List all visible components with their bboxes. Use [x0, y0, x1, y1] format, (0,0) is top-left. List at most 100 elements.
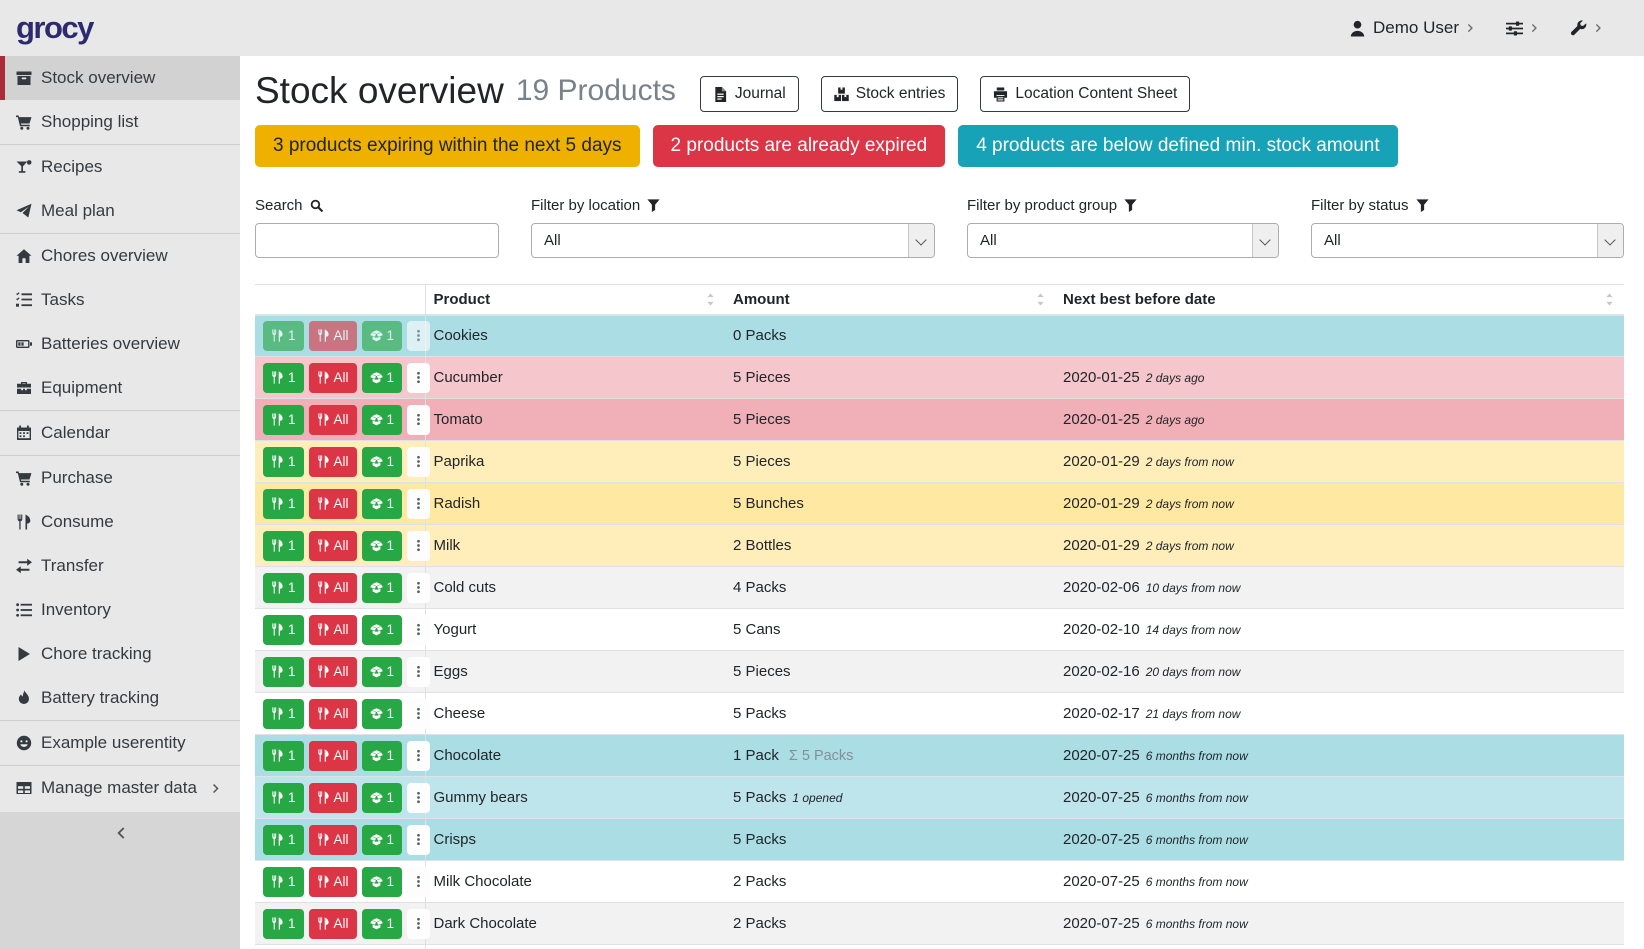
row-more-button[interactable]	[407, 783, 430, 813]
sidebar-item-manage-master-data[interactable]: Manage master data	[0, 766, 240, 810]
row-more-button[interactable]	[407, 615, 430, 645]
open-one-button[interactable]: 1	[362, 867, 403, 897]
consume-all-button[interactable]: All	[309, 699, 357, 729]
open-one-button[interactable]: 1	[362, 405, 403, 435]
consume-all-button[interactable]: All	[309, 741, 357, 771]
grocy-logo[interactable]: grocy	[16, 10, 93, 46]
sidebar-item-inventory[interactable]: Inventory	[0, 588, 240, 632]
open-one-button[interactable]: 1	[362, 573, 403, 603]
open-one-button[interactable]: 1	[362, 825, 403, 855]
consume-all-button[interactable]: All	[309, 867, 357, 897]
open-one-button[interactable]: 1	[362, 783, 403, 813]
row-more-button[interactable]	[407, 321, 430, 351]
consume-one-button[interactable]: 1	[263, 363, 304, 393]
row-more-button[interactable]	[407, 405, 430, 435]
settings-menu[interactable]	[1506, 20, 1540, 37]
sidebar-item-equipment[interactable]: Equipment	[0, 366, 240, 410]
sidebar-item-calendar[interactable]: Calendar	[0, 411, 240, 455]
row-more-button[interactable]	[407, 909, 430, 939]
row-more-button[interactable]	[407, 363, 430, 393]
sidebar-item-stock-overview[interactable]: Stock overview	[0, 56, 240, 100]
consume-all-button[interactable]: All	[309, 363, 357, 393]
sidebar-item-consume[interactable]: Consume	[0, 500, 240, 544]
open-one-button[interactable]: 1	[362, 657, 403, 687]
consume-one-button[interactable]: 1	[263, 741, 304, 771]
sidebar-item-example-userentity[interactable]: Example userentity	[0, 721, 240, 765]
consume-all-button[interactable]: All	[309, 489, 357, 519]
consume-all-button[interactable]: All	[309, 909, 357, 939]
row-more-button[interactable]	[407, 573, 430, 603]
consume-one-button[interactable]: 1	[263, 321, 304, 351]
sidebar-item-battery-tracking[interactable]: Battery tracking	[0, 676, 240, 720]
open-one-button[interactable]: 1	[362, 363, 403, 393]
consume-one-button[interactable]: 1	[263, 783, 304, 813]
location-content-sheet-button[interactable]: Location Content Sheet	[980, 76, 1190, 112]
consume-one-button[interactable]: 1	[263, 447, 304, 477]
row-more-button[interactable]	[407, 741, 430, 771]
consume-one-button[interactable]: 1	[263, 867, 304, 897]
sidebar-item-chore-tracking[interactable]: Chore tracking	[0, 632, 240, 676]
stock-entries-button[interactable]: Stock entries	[821, 76, 959, 112]
consume-all-button[interactable]: All	[309, 447, 357, 477]
consume-one-button[interactable]: 1	[263, 657, 304, 687]
consume-all-button[interactable]: All	[309, 615, 357, 645]
consume-one-button[interactable]: 1	[263, 825, 304, 855]
row-more-button[interactable]	[407, 447, 430, 477]
sidebar-item-tasks[interactable]: Tasks	[0, 278, 240, 322]
expired-products-alert[interactable]: 2 products are already expired	[653, 125, 946, 167]
sidebar-item-chores-overview[interactable]: Chores overview	[0, 234, 240, 278]
consume-all-button[interactable]: All	[309, 405, 357, 435]
consume-one-button[interactable]: 1	[263, 909, 304, 939]
sidebar-item-purchase[interactable]: Purchase	[0, 456, 240, 500]
sidebar-item-shopping-list[interactable]: Shopping list	[0, 100, 240, 144]
search-input[interactable]	[255, 223, 499, 258]
consume-all-button[interactable]: All	[309, 657, 357, 687]
user-menu[interactable]: Demo User	[1349, 18, 1476, 38]
sort-icon[interactable]	[704, 293, 717, 306]
sidebar-item-meal-plan[interactable]: Meal plan	[0, 189, 240, 233]
sort-icon[interactable]	[1034, 293, 1047, 306]
open-one-button[interactable]: 1	[362, 447, 403, 477]
sort-icon[interactable]	[1603, 293, 1616, 306]
row-more-button[interactable]	[407, 699, 430, 729]
consume-one-button[interactable]: 1	[263, 615, 304, 645]
location-filter-select[interactable]: All	[531, 223, 935, 258]
open-one-button[interactable]: 1	[362, 741, 403, 771]
sidebar-item-recipes[interactable]: Recipes	[0, 145, 240, 189]
open-one-button[interactable]: 1	[362, 699, 403, 729]
open-one-button[interactable]: 1	[362, 531, 403, 561]
sidebar-collapse-button[interactable]	[113, 826, 127, 840]
row-more-button[interactable]	[407, 657, 430, 687]
open-one-button[interactable]: 1	[362, 909, 403, 939]
row-more-button[interactable]	[407, 867, 430, 897]
product-group-filter-select[interactable]: All	[967, 223, 1279, 258]
product-column-header[interactable]: Product	[425, 285, 725, 315]
consume-one-button[interactable]: 1	[263, 573, 304, 603]
date-column-header[interactable]: Next best before date	[1055, 285, 1624, 315]
open-one-button[interactable]: 1	[362, 489, 403, 519]
below-min-stock-alert[interactable]: 4 products are below defined min. stock …	[958, 125, 1397, 167]
open-one-button[interactable]: 1	[362, 321, 403, 351]
open-one-button[interactable]: 1	[362, 615, 403, 645]
consume-all-button[interactable]: All	[309, 825, 357, 855]
amount-column-header[interactable]: Amount	[725, 285, 1055, 315]
expiring-products-alert[interactable]: 3 products expiring within the next 5 da…	[255, 125, 640, 167]
box-open-icon	[370, 539, 383, 552]
consume-one-button[interactable]: 1	[263, 531, 304, 561]
consume-all-button[interactable]: All	[309, 321, 357, 351]
ellipsis-v-icon	[412, 539, 425, 552]
sidebar-item-transfer[interactable]: Transfer	[0, 544, 240, 588]
consume-one-button[interactable]: 1	[263, 405, 304, 435]
row-more-button[interactable]	[407, 825, 430, 855]
row-more-button[interactable]	[407, 531, 430, 561]
consume-all-button[interactable]: All	[309, 531, 357, 561]
journal-button[interactable]: Journal	[700, 76, 799, 112]
consume-all-button[interactable]: All	[309, 783, 357, 813]
consume-one-button[interactable]: 1	[263, 489, 304, 519]
sidebar-item-batteries-overview[interactable]: Batteries overview	[0, 322, 240, 366]
status-filter-select[interactable]: All	[1311, 223, 1624, 258]
row-more-button[interactable]	[407, 489, 430, 519]
consume-one-button[interactable]: 1	[263, 699, 304, 729]
admin-menu[interactable]	[1570, 20, 1604, 37]
consume-all-button[interactable]: All	[309, 573, 357, 603]
